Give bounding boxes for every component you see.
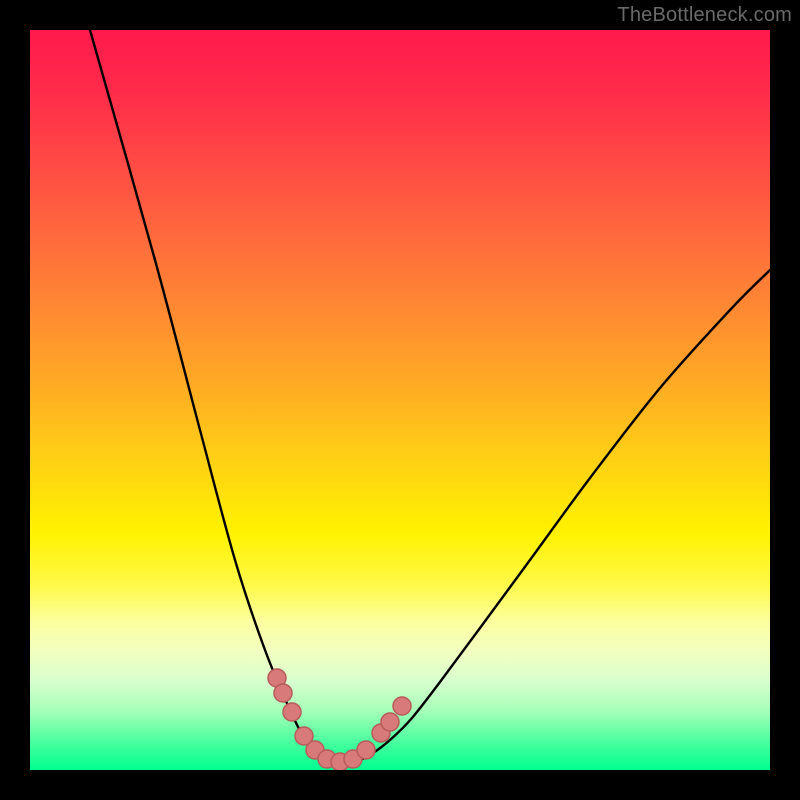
data-marker [274,684,292,702]
data-marker [393,697,411,715]
marker-group [268,669,411,770]
chart-marker-layer [30,30,770,770]
data-marker [283,703,301,721]
data-marker [357,741,375,759]
watermark-text: TheBottleneck.com [617,4,792,27]
data-marker [381,713,399,731]
